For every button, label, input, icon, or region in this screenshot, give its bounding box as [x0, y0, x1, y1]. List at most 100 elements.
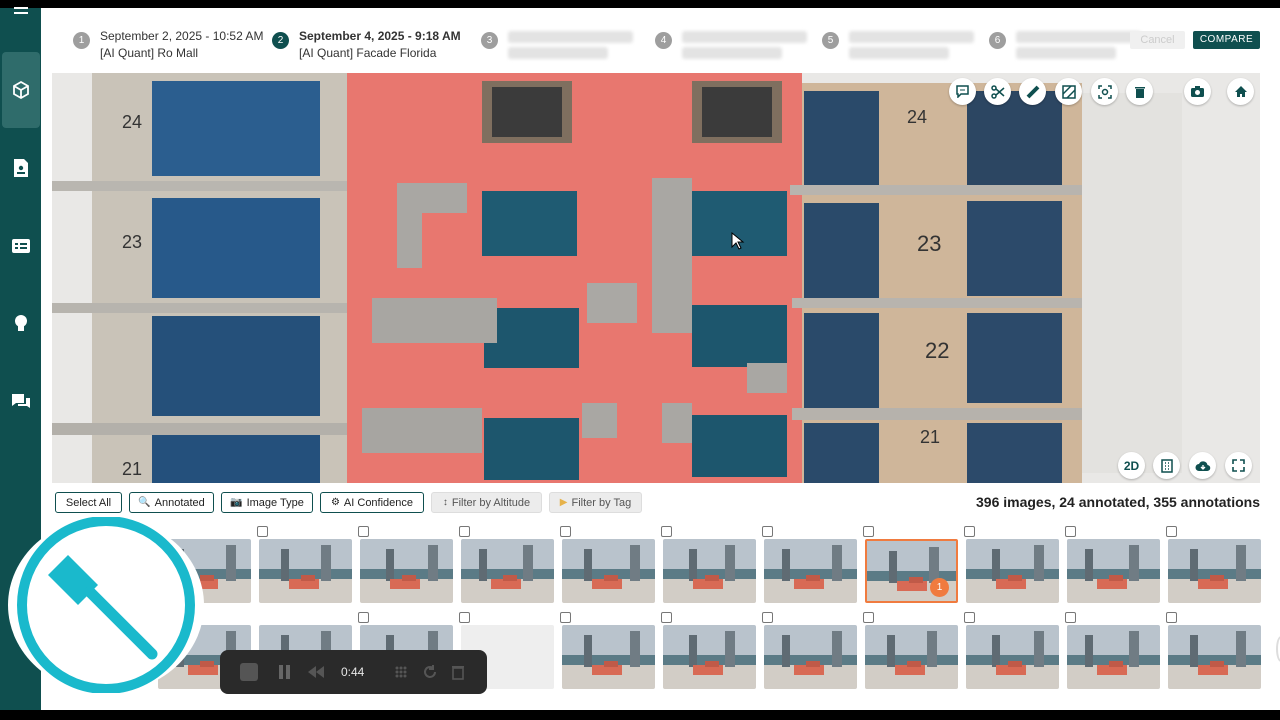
- comment-icon[interactable]: [949, 78, 976, 105]
- thumbnail-image[interactable]: [966, 625, 1059, 689]
- thumbnail-checkbox[interactable]: [964, 526, 975, 537]
- thumbnail-image[interactable]: [865, 625, 958, 689]
- step-5[interactable]: 5: [822, 28, 974, 63]
- thumbnail-checkbox[interactable]: [459, 612, 470, 623]
- pause-icon[interactable]: [278, 664, 292, 685]
- building-icon[interactable]: [1153, 452, 1180, 479]
- tag-filter-button[interactable]: ▶ Filter by Tag: [549, 492, 642, 513]
- gear-icon: ⚙: [330, 497, 340, 508]
- step-6[interactable]: 6: [989, 28, 1141, 63]
- screen: 1 September 2, 2025 - 10:52 AM [AI Quant…: [0, 0, 1280, 720]
- blurred-date: [1016, 31, 1141, 43]
- thumbnail-image[interactable]: [461, 539, 554, 603]
- thumbnail-checkbox[interactable]: [661, 612, 672, 623]
- step-number: 3: [481, 32, 498, 49]
- thumbnail-checkbox[interactable]: [661, 526, 672, 537]
- thumbnail-checkbox[interactable]: [560, 526, 571, 537]
- thumbnail-checkbox[interactable]: [560, 612, 571, 623]
- altitude-icon: ↕: [442, 497, 448, 508]
- sidebar-item-insights[interactable]: [0, 302, 41, 346]
- thumbnail-image[interactable]: [764, 625, 857, 689]
- thumbnail-checkbox[interactable]: [1065, 526, 1076, 537]
- sidebar-item-3d-model[interactable]: [2, 52, 40, 128]
- floor-label: 24: [907, 107, 927, 127]
- grid-icon[interactable]: [394, 665, 408, 684]
- thumbnail-checkbox[interactable]: [257, 526, 268, 537]
- cloud-download-icon[interactable]: [1189, 452, 1216, 479]
- thumbnail-image[interactable]: [663, 539, 756, 603]
- thumbnail-checkbox[interactable]: [358, 612, 369, 623]
- thumbnail-image[interactable]: 1: [865, 539, 958, 603]
- compare-button[interactable]: COMPARE: [1193, 31, 1260, 49]
- hammer-logo: [8, 516, 204, 694]
- hammer-icon: [17, 516, 195, 694]
- main-panel: 1 September 2, 2025 - 10:52 AM [AI Quant…: [41, 8, 1280, 710]
- home-icon[interactable]: [1227, 78, 1254, 105]
- thumbnail-image[interactable]: [1168, 625, 1261, 689]
- thumbnail-image[interactable]: [1067, 625, 1160, 689]
- step-3[interactable]: 3: [481, 28, 633, 63]
- thumbnail-image[interactable]: [259, 539, 352, 603]
- sidebar-item-comments[interactable]: [0, 380, 41, 424]
- annotated-filter-button[interactable]: 🔍 Annotated: [129, 492, 214, 513]
- rewind-icon[interactable]: [306, 665, 326, 684]
- tag-icon: ▶: [559, 497, 568, 508]
- restart-icon[interactable]: [422, 664, 438, 685]
- floor-label: 22: [925, 338, 949, 363]
- thumbnail-checkbox[interactable]: [1166, 612, 1177, 623]
- image-type-label: Image Type: [246, 496, 304, 509]
- cancel-button[interactable]: Cancel: [1130, 31, 1185, 49]
- thumbnail-image[interactable]: [663, 625, 756, 689]
- blurred-name: [849, 47, 949, 59]
- trash-icon[interactable]: [1126, 78, 1153, 105]
- step-number: 2: [272, 32, 289, 49]
- stop-icon[interactable]: [240, 663, 258, 681]
- thumbnail-image[interactable]: [764, 539, 857, 603]
- thumbnail-checkbox[interactable]: [1065, 612, 1076, 623]
- thumbnail-checkbox[interactable]: [762, 612, 773, 623]
- image-type-filter-button[interactable]: 📷 Image Type: [221, 492, 313, 513]
- 2d-toggle-button[interactable]: 2D: [1118, 452, 1145, 479]
- ruler-icon[interactable]: [1019, 78, 1046, 105]
- edge-control[interactable]: [1276, 636, 1280, 662]
- sidebar-item-list[interactable]: [0, 224, 41, 268]
- scissors-icon[interactable]: [984, 78, 1011, 105]
- thumbnail-checkbox[interactable]: [863, 612, 874, 623]
- thumbnail-image[interactable]: [562, 625, 655, 689]
- menu-icon[interactable]: [0, 0, 41, 26]
- blurred-date: [508, 31, 633, 43]
- sidebar-item-reports[interactable]: [0, 146, 41, 190]
- thumbnail-image[interactable]: [1168, 539, 1261, 603]
- camera-icon: 📷: [230, 497, 243, 508]
- scan-icon[interactable]: [1091, 78, 1118, 105]
- step-number: 6: [989, 32, 1006, 49]
- recording-timer: 0:44: [341, 665, 365, 679]
- blurred-name: [682, 47, 782, 59]
- step-2[interactable]: 2 September 4, 2025 - 9:18 AM [AI Quant]…: [272, 28, 461, 62]
- ai-confidence-filter-button[interactable]: ⚙ AI Confidence: [320, 492, 424, 513]
- thumbnail-image[interactable]: [360, 539, 453, 603]
- thumbnail-checkbox[interactable]: [358, 526, 369, 537]
- select-all-button[interactable]: Select All: [55, 492, 122, 513]
- floor-label: 23: [917, 231, 941, 256]
- step-4[interactable]: 4: [655, 28, 807, 63]
- camera-icon[interactable]: [1184, 78, 1211, 105]
- fullscreen-icon[interactable]: [1225, 452, 1252, 479]
- thumbnail-checkbox[interactable]: [964, 612, 975, 623]
- blurred-name: [508, 47, 608, 59]
- thumbnail-image[interactable]: [1067, 539, 1160, 603]
- altitude-filter-button[interactable]: ↕ Filter by Altitude: [431, 492, 542, 513]
- thumbnail-image[interactable]: [562, 539, 655, 603]
- thumbnail-checkbox[interactable]: [762, 526, 773, 537]
- model-viewer[interactable]: 24 23 21 24 23 22 21 2D: [52, 73, 1260, 483]
- hatch-icon[interactable]: [1055, 78, 1082, 105]
- trash-icon[interactable]: [451, 664, 465, 685]
- thumbnail-image[interactable]: [966, 539, 1059, 603]
- thumbnail-checkbox[interactable]: [1166, 526, 1177, 537]
- chat-icon: [11, 394, 30, 408]
- thumbnail-checkbox[interactable]: [863, 526, 874, 537]
- step-number: 1: [73, 32, 90, 49]
- step-1[interactable]: 1 September 2, 2025 - 10:52 AM [AI Quant…: [73, 28, 263, 62]
- step-date: September 4, 2025 - 9:18 AM: [299, 29, 461, 43]
- thumbnail-checkbox[interactable]: [459, 526, 470, 537]
